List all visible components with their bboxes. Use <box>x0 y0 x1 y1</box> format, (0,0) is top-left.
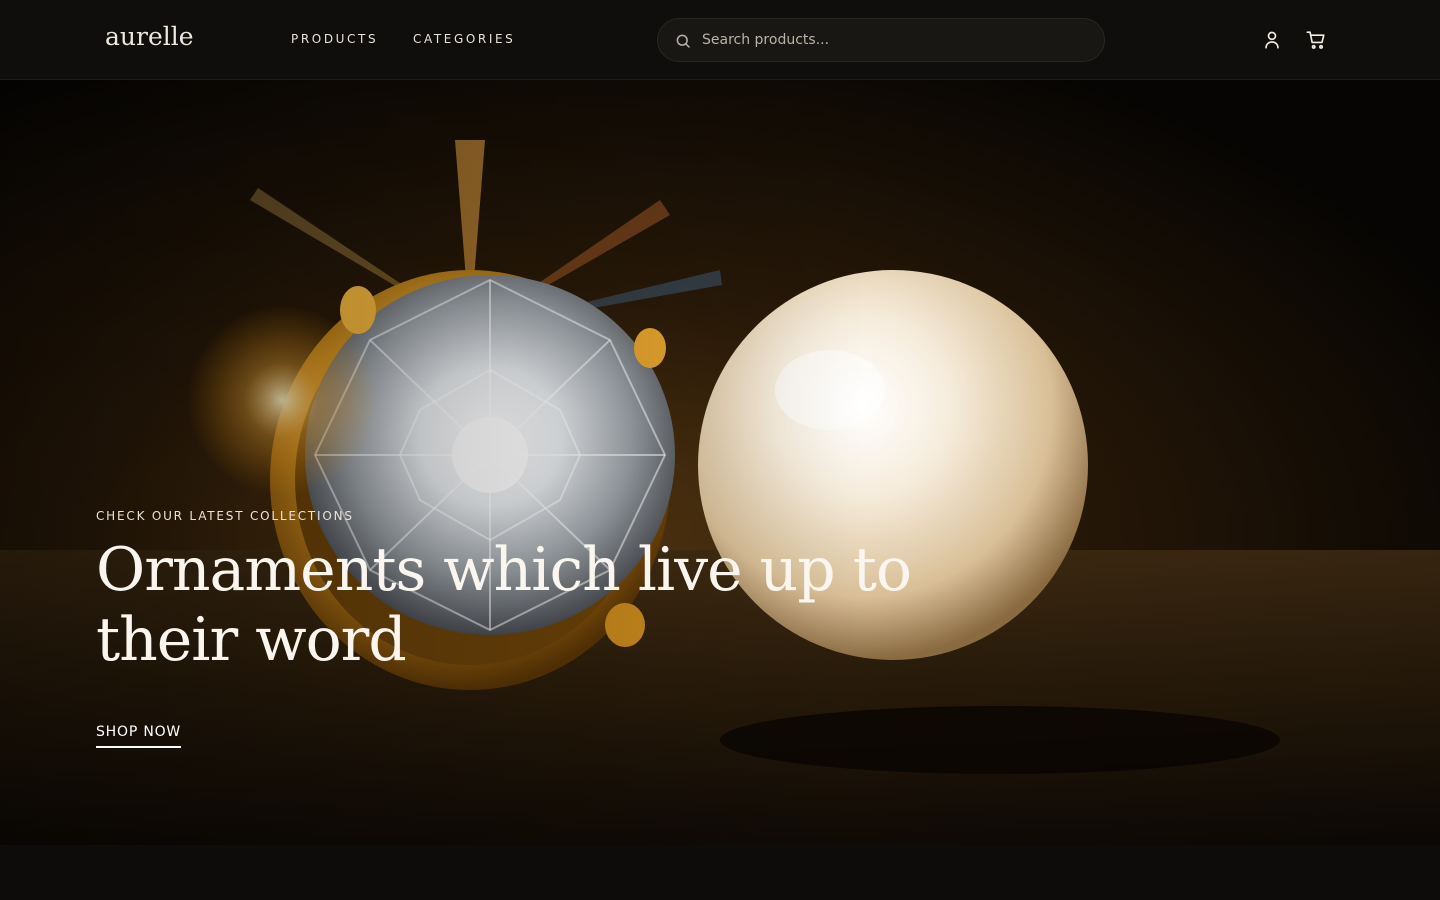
hero-title: Ornaments which live up to their word <box>96 535 912 675</box>
nav-categories[interactable]: CATEGORIES <box>413 32 515 46</box>
hero-banner: CHECK OUR LATEST COLLECTIONS Ornaments w… <box>0 80 1440 845</box>
nav-products[interactable]: PRODUCTS <box>291 32 378 46</box>
search-icon <box>676 34 690 48</box>
hero-eyebrow: CHECK OUR LATEST COLLECTIONS <box>96 509 354 523</box>
page-footer-strip <box>0 845 1440 900</box>
site-header: aurelle PRODUCTS CATEGORIES <box>0 0 1440 80</box>
cart-icon <box>1306 31 1325 49</box>
search-input[interactable] <box>702 19 1092 61</box>
user-icon <box>1265 31 1279 49</box>
brand-logo[interactable]: aurelle <box>105 22 194 51</box>
cart-button[interactable] <box>1305 29 1327 51</box>
hero-image <box>0 80 1440 845</box>
shop-now-button[interactable]: SHOP NOW <box>96 724 182 748</box>
search-bar[interactable] <box>657 18 1105 62</box>
account-button[interactable] <box>1261 29 1283 51</box>
